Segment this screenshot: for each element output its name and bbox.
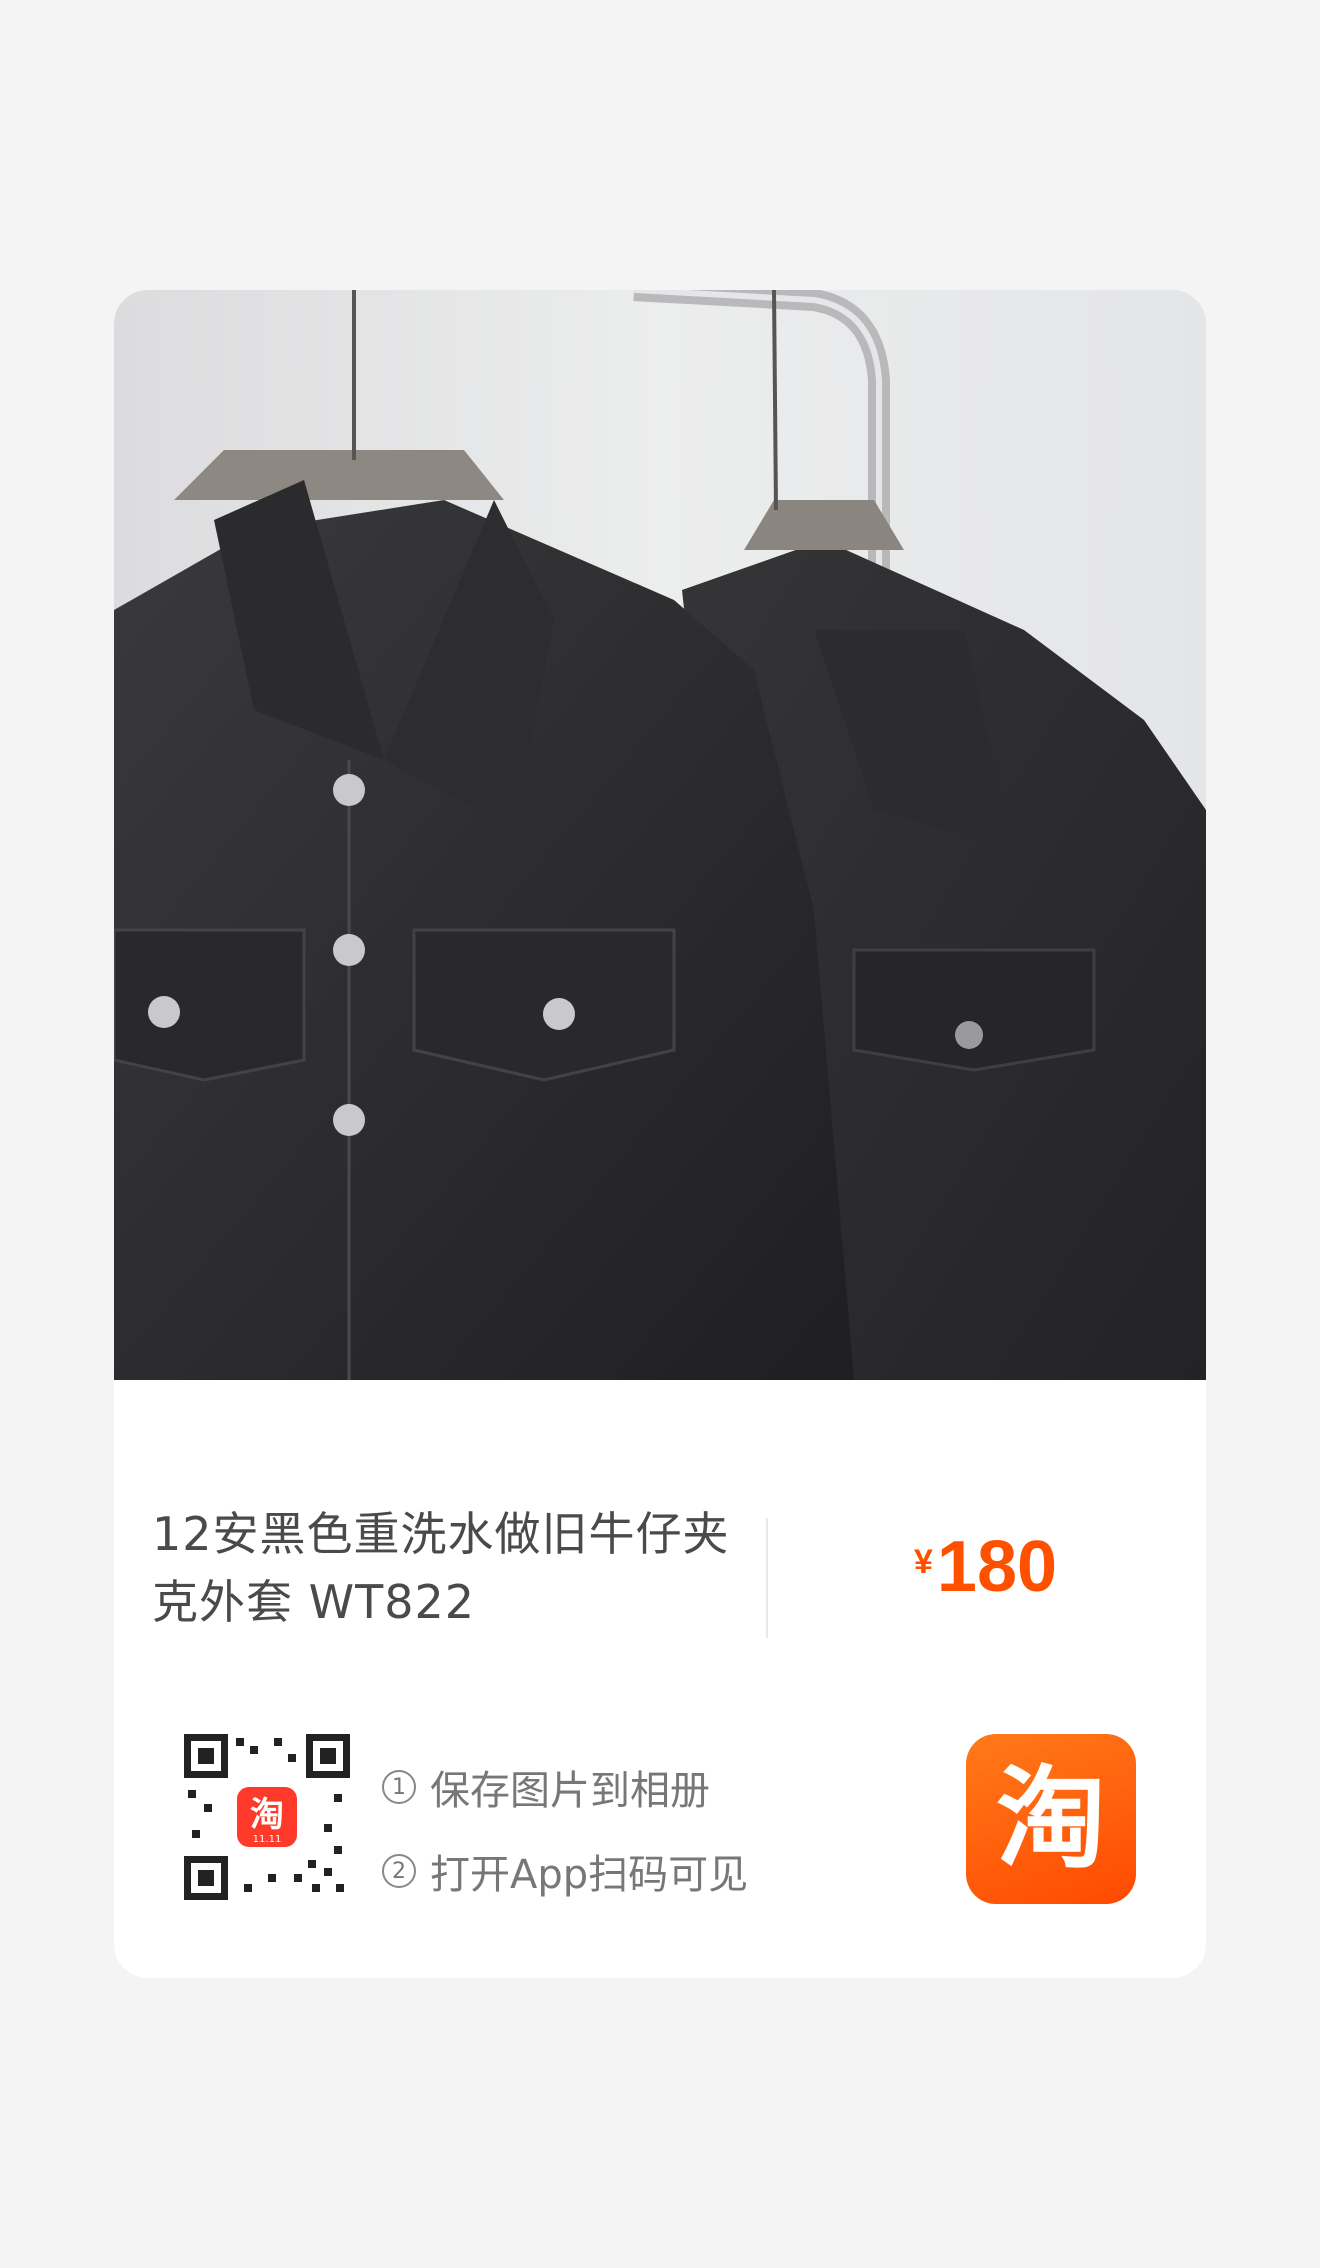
taobao-logo-icon[interactable]: 淘 (966, 1734, 1136, 1904)
step-text: 打开App扫码可见 (430, 1852, 749, 1898)
step-number: 1 (382, 1770, 416, 1804)
product-price: ¥180 (914, 1526, 1057, 1608)
qr-code-icon: 淘 11.11 (184, 1734, 350, 1900)
product-image[interactable] (114, 290, 1206, 1380)
share-card: 12安黑色重洗水做旧牛仔夹克外套 WT822 ¥180 淘 11.11 1 保存… (114, 290, 1206, 1978)
step-number: 2 (382, 1854, 416, 1888)
currency-symbol: ¥ (914, 1543, 933, 1581)
qr-badge-icon: 淘 (250, 1795, 284, 1835)
instruction-step-2: 2 打开App扫码可见 (382, 1842, 748, 1900)
divider (766, 1518, 768, 1638)
price-value: 180 (936, 1527, 1058, 1607)
step-text: 保存图片到相册 (430, 1768, 710, 1814)
qr-badge-subtext: 11.11 (253, 1834, 282, 1845)
qr-code[interactable]: 淘 11.11 (184, 1734, 350, 1900)
jacket-photo (114, 290, 1206, 1380)
taobao-logo-char: 淘 (996, 1755, 1106, 1883)
product-title: 12安黑色重洗水做旧牛仔夹克外套 WT822 (152, 1507, 730, 1629)
instruction-step-1: 1 保存图片到相册 (382, 1758, 710, 1816)
